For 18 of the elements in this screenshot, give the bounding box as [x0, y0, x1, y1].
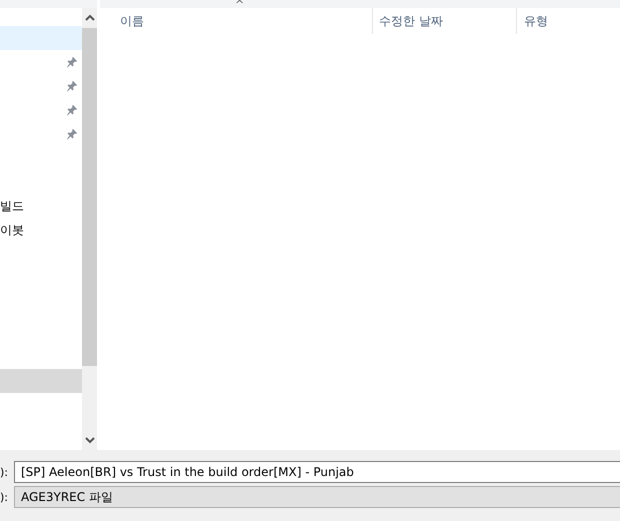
pin-icon [66, 80, 78, 92]
sidebar-item[interactable]: 이봇 [0, 218, 82, 242]
pin-icon [66, 128, 78, 140]
field-label: ): [0, 490, 9, 504]
file-name-field[interactable]: [SP] Aeleon[BR] vs Trust in the build order[MX] - Punjab [14, 461, 620, 483]
scroll-up-icon[interactable] [84, 14, 94, 22]
scrollbar[interactable] [82, 8, 97, 450]
column-header[interactable]: 수정한 날짜 [373, 8, 517, 34]
column-header[interactable]: 유형 [517, 8, 620, 34]
scrollbar-thumb[interactable] [82, 28, 97, 366]
pin-icon [66, 56, 78, 68]
sidebar-item[interactable] [0, 369, 82, 393]
sort-indicator: ^ [235, 0, 244, 11]
field-label: ): [0, 466, 9, 478]
sidebar-item[interactable]: 빌드 [0, 194, 82, 218]
scroll-down-icon[interactable] [84, 436, 94, 444]
file-type-dropdown[interactable]: AGE3YREC 파일 [14, 486, 620, 508]
pin-icon [66, 104, 78, 116]
